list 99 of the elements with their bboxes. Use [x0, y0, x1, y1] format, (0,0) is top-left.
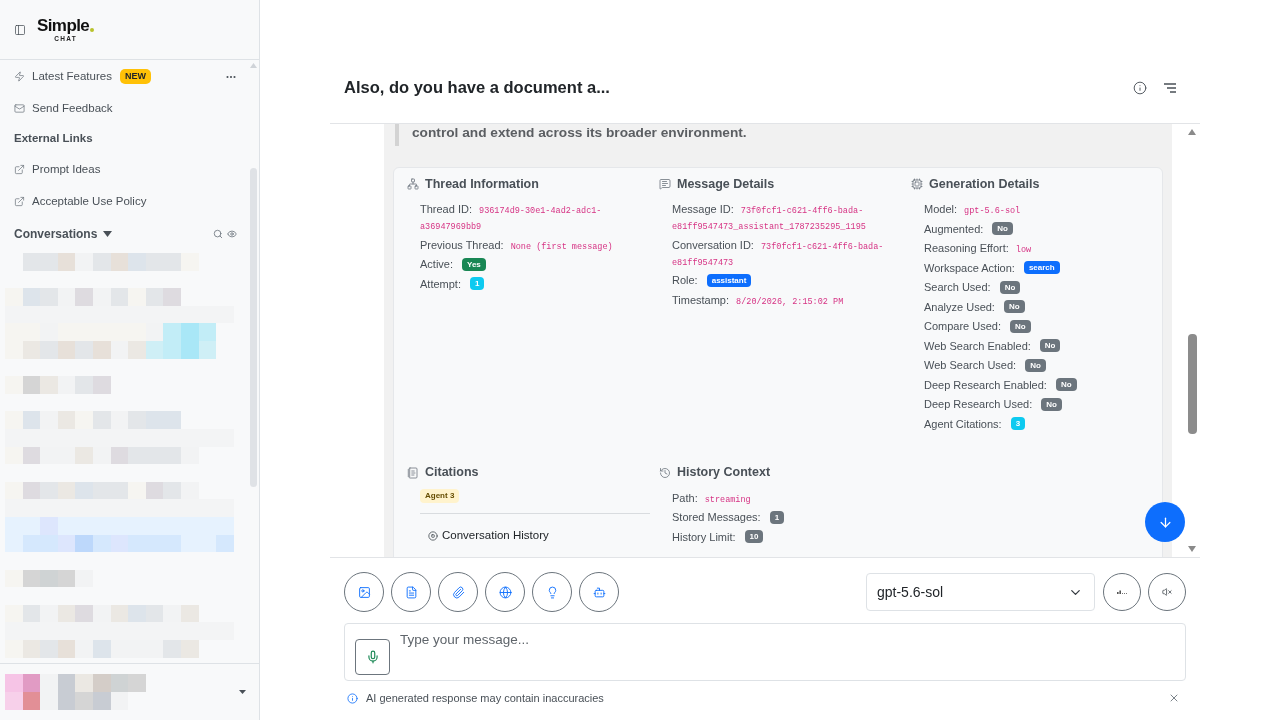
arrow-down-icon [1157, 514, 1173, 530]
field-text: Path: streaming [672, 490, 752, 507]
robot-icon [592, 585, 606, 599]
value-badge: Yes [462, 257, 486, 271]
field-text: Previous Thread: None (first message) [420, 237, 614, 254]
section-title: Message Details [677, 175, 775, 193]
chip-icon [911, 178, 923, 190]
info-icon [347, 692, 358, 704]
value-badge: No [1025, 358, 1046, 372]
caret-down-icon[interactable] [239, 690, 246, 694]
model-select[interactable]: gpt-5.6-sol [866, 573, 1095, 611]
chat-title: Also, do you have a document a... [344, 77, 610, 99]
chat-text-icon [659, 178, 671, 190]
field-label: Augmented: [924, 221, 984, 237]
history-clock-icon [659, 466, 671, 479]
menu-link[interactable]: Latest Features NEW [14, 67, 151, 86]
circle-square-icon [428, 530, 438, 541]
logo-text: Simple [37, 16, 90, 35]
envelope-icon [14, 103, 25, 114]
value-badge: 1 [469, 277, 485, 290]
microphone-icon [365, 650, 380, 664]
network-icon [407, 178, 419, 190]
field-text: Model: gpt-5.6-sol [924, 202, 1022, 218]
value-badge: No [1041, 397, 1062, 411]
value-badge: 1 [769, 510, 785, 524]
field-label: Deep Research Enabled: [924, 377, 1047, 393]
conversations-toggle[interactable]: Conversations [14, 225, 113, 243]
eye-icon[interactable] [227, 229, 237, 239]
document-button[interactable] [391, 572, 431, 612]
voice-level-button[interactable] [1103, 573, 1141, 611]
scroll-bottom-button[interactable] [1145, 502, 1185, 542]
disclaimer-text: AI generated response may contain inaccuracies [366, 691, 604, 706]
section-title: Generation Details [929, 175, 1040, 193]
lightning-icon [14, 71, 25, 82]
idea-button[interactable] [532, 572, 572, 612]
info-icon[interactable] [1133, 80, 1147, 95]
value-badge: search [1023, 261, 1060, 274]
value-badge: No [999, 280, 1021, 294]
field-label: Role: [672, 273, 698, 288]
agent-button[interactable] [579, 572, 619, 612]
field-text: Timestamp: 8/20/2026, 2:15:02 PM [672, 292, 845, 309]
document-icon [404, 585, 418, 599]
field-label: Deep Research Used: [924, 397, 1033, 412]
paperclip-icon [451, 585, 465, 599]
external-link[interactable]: Prompt Ideas [14, 160, 101, 179]
external-link-icon [14, 196, 25, 207]
sidebar-toggle-icon[interactable] [14, 23, 26, 36]
message-input[interactable]: Type your message... [400, 624, 1185, 672]
value-badge: assistant [706, 273, 752, 287]
field-label: Web Search Enabled: [924, 338, 1031, 354]
value-badge: 10 [744, 530, 764, 543]
field-label: Workspace Action: [924, 260, 1015, 276]
field-label: History Limit: [672, 529, 736, 545]
new-badge: NEW [119, 69, 151, 84]
message-composer[interactable]: Type your message... [344, 623, 1186, 681]
field-label: Analyze Used: [924, 299, 995, 315]
lines-icon[interactable] [1164, 82, 1176, 93]
field-text: Conversation ID: 73f0fcf1-c621-4ff6-bada-e81ff9547473 [672, 237, 885, 270]
scroll-down-icon[interactable] [1188, 546, 1196, 552]
speaker-mute-icon [1162, 587, 1172, 597]
citation-item[interactable]: Conversation History [428, 527, 650, 544]
quote-text: control and extend across its broader environment. [412, 124, 747, 142]
field-text: Message ID: 73f0fcf1-c621-4ff6-bada-e81ff9547473_assistant_1787235295_1195 [672, 202, 867, 234]
value-badge: No [1039, 339, 1061, 352]
field-label: Stored Messages: [672, 510, 761, 525]
attach-button[interactable] [438, 572, 478, 612]
field-label: Active: [420, 257, 453, 272]
scrollbar-thumb[interactable] [250, 168, 257, 487]
section-title: History Context [677, 464, 771, 482]
value-badge: 3 [1010, 417, 1026, 430]
citation-tag: Agent 3 [420, 488, 460, 503]
field-label: Compare Used: [924, 319, 1002, 334]
mute-button[interactable] [1148, 573, 1186, 611]
logo-dot-icon [90, 27, 95, 32]
image-icon [357, 585, 371, 599]
microphone-button[interactable] [355, 639, 390, 675]
image-button[interactable] [344, 572, 384, 612]
section-heading: External Links [14, 131, 93, 147]
section-title: Thread Information [425, 175, 539, 193]
external-link-icon [14, 164, 25, 175]
value-badge: No [1010, 319, 1031, 333]
field-label: Search Used: [924, 280, 991, 295]
web-search-button[interactable] [485, 572, 525, 612]
field-label: Attempt: [420, 276, 461, 292]
search-icon[interactable] [213, 229, 223, 239]
value-badge: No [1003, 300, 1025, 313]
field-text: Reasoning Effort: low [924, 241, 1033, 257]
value-badge: No [992, 222, 1013, 235]
globe-icon [498, 585, 512, 599]
notebook-icon [407, 466, 419, 479]
field-text: Thread ID: 936174d9-30e1-4ad2-adc1-a36947969bb9 [420, 202, 603, 234]
field-label: Web Search Used: [924, 358, 1017, 373]
section-title: Citations [425, 464, 479, 482]
menu-link[interactable]: Send Feedback [14, 99, 113, 118]
scrollbar-thumb[interactable] [1188, 334, 1197, 434]
external-link[interactable]: Acceptable Use Policy [14, 192, 147, 211]
scroll-up-icon[interactable] [1188, 129, 1196, 135]
value-badge: No [1055, 378, 1077, 391]
field-label: Agent Citations: [924, 416, 1002, 432]
